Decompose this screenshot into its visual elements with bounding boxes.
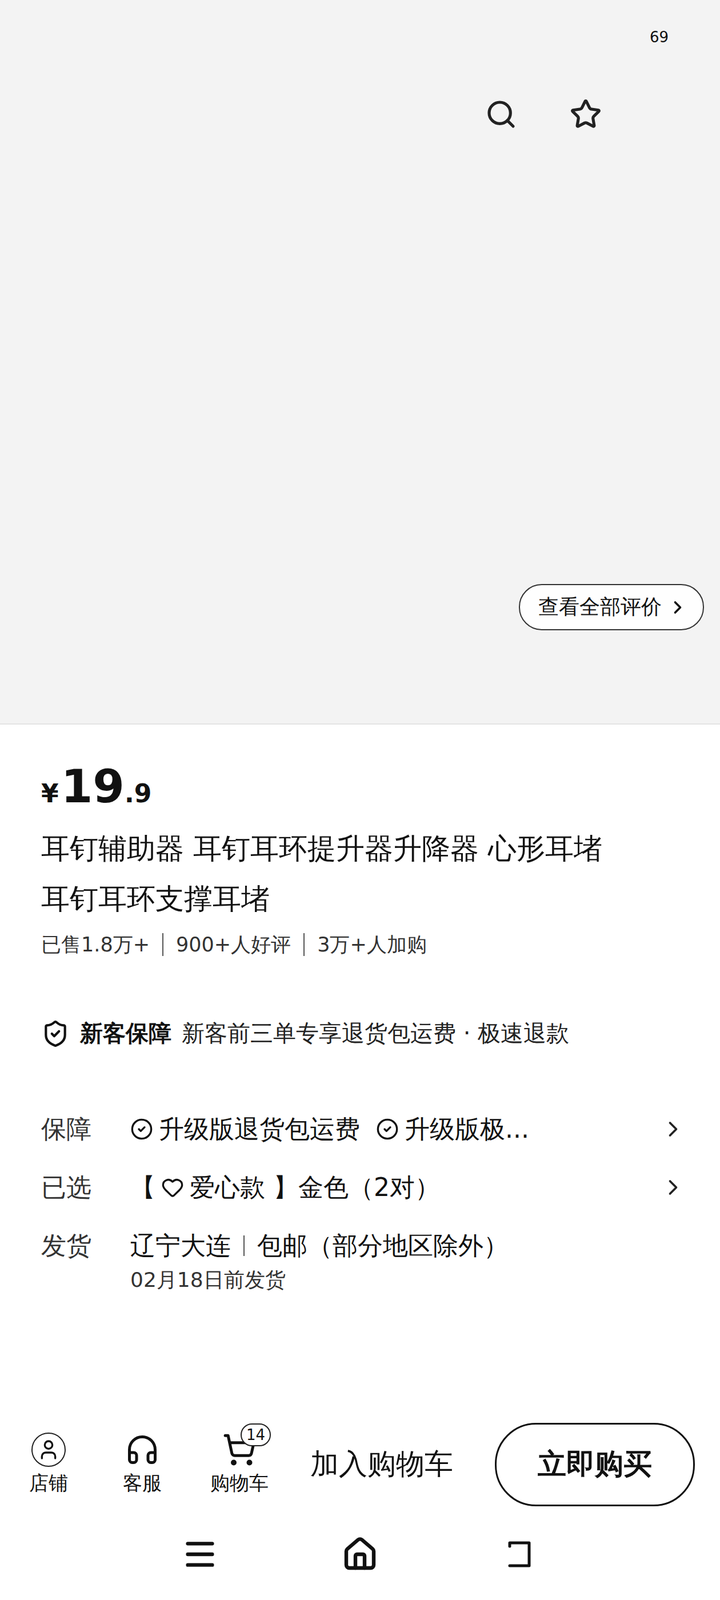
back-button[interactable]	[500, 1534, 540, 1575]
guarantee-item: 升级版退货包运费	[130, 1112, 360, 1147]
heart-icon	[161, 1176, 184, 1199]
star-icon	[569, 98, 602, 131]
check-circle-icon	[376, 1117, 399, 1141]
battery-level: 69	[649, 28, 669, 46]
search-icon	[485, 98, 518, 131]
product-info: ¥19.9 耳钉辅助器 耳钉耳环提升器升降器 心形耳堵耳钉耳环支撑耳堵已售1.8万…	[0, 724, 720, 1294]
product-title: 耳钉辅助器 耳钉耳环提升器升降器 心形耳堵耳钉耳环支撑耳堵	[41, 823, 686, 924]
action-icon-button[interactable]: 购物车14	[210, 1432, 269, 1497]
detail-row: 发货辽宁大连包邮（部分地区除外）02月18日前发货	[41, 1228, 686, 1294]
shipping-info: 辽宁大连包邮（部分地区除外）02月18日前发货	[130, 1228, 659, 1294]
headset-icon	[125, 1432, 160, 1467]
guarantee-items: 升级版退货包运费升级版极...	[130, 1112, 659, 1147]
row-label: 已选	[41, 1170, 131, 1205]
add-to-cart-button[interactable]: 加入购物车	[268, 1445, 495, 1484]
home-button[interactable]	[340, 1534, 380, 1575]
check-circle-icon	[130, 1117, 154, 1141]
shipping-note: 02月18日前发货	[130, 1266, 659, 1294]
product-gallery[interactable]: 69 查看全部评价	[0, 0, 720, 725]
divider	[243, 1235, 245, 1256]
chevron-right-icon	[660, 1174, 686, 1200]
sales-stats: 已售1.8万+900+人好评3万+人加购	[41, 933, 686, 956]
guarantee-item: 升级版极...	[376, 1112, 530, 1147]
new-customer-guarantee: 新客保障新客前三单专享退货包运费 · 极速退款	[41, 1017, 686, 1050]
menu-icon	[181, 1536, 219, 1573]
buy-now-button[interactable]: 立即购买	[494, 1422, 695, 1507]
action-icon-button[interactable]: 客服	[116, 1432, 168, 1497]
row-label: 保障	[41, 1112, 131, 1147]
price: ¥19.9	[41, 760, 686, 814]
chevron-right-icon	[660, 1116, 686, 1142]
all-reviews-button[interactable]: 查看全部评价	[518, 584, 704, 631]
shop-avatar-icon	[31, 1432, 66, 1467]
stat: 900+人好评	[162, 933, 304, 956]
action-icon-button[interactable]: 店铺	[22, 1432, 75, 1497]
selected-variant: 【爱心款 】金色（2对）	[130, 1170, 659, 1205]
action-bar: 店铺客服购物车14加入购物车立即购买	[0, 1414, 720, 1515]
system-nav-bar	[0, 1514, 720, 1600]
product-page: 69 查看全部评价 ¥19.9 耳钉辅助器 耳钉耳环提升器升降器 心形耳堵耳钉耳环支撑…	[0, 0, 720, 1600]
row-label: 发货	[41, 1228, 131, 1263]
chevron-right-icon	[667, 597, 688, 618]
detail-row[interactable]: 已选【爱心款 】金色（2对）	[41, 1170, 686, 1229]
favorite-button[interactable]	[567, 96, 604, 133]
cart-badge: 14	[240, 1423, 271, 1447]
back-icon	[502, 1537, 538, 1572]
stat: 已售1.8万+	[41, 933, 163, 956]
shield-check-icon	[41, 1019, 70, 1048]
detail-row[interactable]: 保障升级版退货包运费升级版极...	[41, 1112, 686, 1171]
detail-rows: 保障升级版退货包运费升级版极...已选【爱心款 】金色（2对）发货辽宁大连包邮（…	[41, 1112, 686, 1294]
home-icon	[341, 1536, 379, 1573]
menu-button[interactable]	[180, 1534, 220, 1575]
stat: 3万+人加购	[303, 933, 440, 956]
search-button[interactable]	[482, 96, 520, 133]
